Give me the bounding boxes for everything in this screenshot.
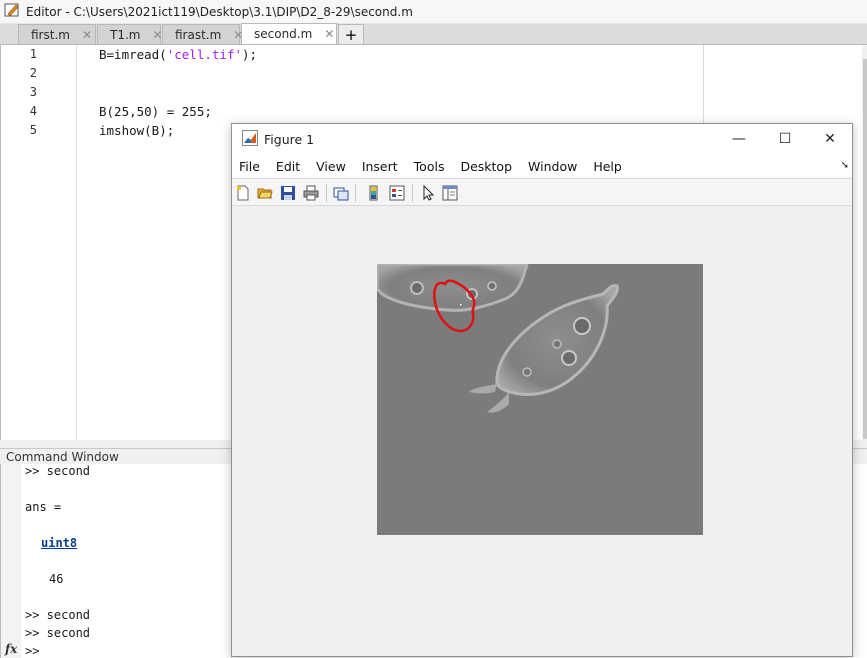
menu-edit[interactable]: Edit	[276, 159, 300, 174]
line-number: 2	[29, 66, 37, 80]
colorbar-icon[interactable]	[366, 185, 382, 201]
toolbar-separator	[412, 184, 413, 202]
command-output-line: >> second	[25, 608, 91, 622]
minimize-icon: —	[732, 131, 746, 147]
figure-toolbar	[232, 178, 852, 206]
tab-label: second.m	[254, 27, 313, 41]
pointer-icon[interactable]	[420, 184, 436, 201]
menu-help[interactable]: Help	[593, 159, 622, 174]
uint8-link[interactable]: uint8	[41, 536, 77, 550]
command-output-line: >> second	[25, 464, 91, 478]
command-output-value: 46	[49, 572, 64, 586]
code-text: B=imread(	[99, 47, 167, 62]
menu-insert[interactable]: Insert	[362, 159, 398, 174]
save-icon[interactable]	[280, 185, 296, 201]
figure-menubar: File Edit View Insert Tools Desktop Wind…	[232, 154, 852, 178]
menu-tools[interactable]: Tools	[414, 159, 445, 174]
open-file-icon[interactable]	[257, 185, 273, 201]
figure-window[interactable]: Figure 1 — ☐ ✕ File Edit View Insert Too…	[231, 123, 853, 657]
tab-second-m[interactable]: second.m ✕	[241, 23, 337, 44]
link-plot-icon[interactable]	[333, 185, 349, 201]
legend-icon[interactable]	[389, 185, 405, 201]
add-tab-button[interactable]: +	[338, 24, 364, 44]
menu-view[interactable]: View	[316, 159, 346, 174]
toolbar-separator	[326, 184, 327, 202]
scrollbar-thumb[interactable]	[863, 59, 867, 439]
tab-label: first.m	[31, 27, 70, 42]
code-text: );	[242, 47, 258, 62]
figure-titlebar[interactable]: Figure 1 — ☐ ✕	[232, 124, 852, 154]
maximize-icon: ☐	[778, 131, 792, 147]
menu-desktop[interactable]: Desktop	[460, 159, 512, 174]
menu-window[interactable]: Window	[528, 159, 577, 174]
tab-label: T1.m	[110, 27, 141, 42]
figure-canvas[interactable]	[232, 206, 852, 656]
matlab-logo-icon	[242, 129, 258, 149]
line-number: 1	[29, 47, 37, 61]
maximize-button[interactable]: ☐	[762, 124, 808, 154]
class-link[interactable]: uint8	[41, 536, 77, 550]
new-figure-icon[interactable]	[235, 185, 251, 201]
figure-title: Figure 1	[264, 131, 315, 147]
function-browser-icon[interactable]: fx	[5, 642, 17, 656]
close-icon[interactable]: ✕	[324, 27, 334, 41]
code-string: 'cell.tif'	[166, 47, 242, 62]
menu-overflow-icon[interactable]: ➘	[841, 160, 849, 171]
close-icon[interactable]: ✕	[82, 28, 92, 42]
editor-icon	[4, 2, 20, 21]
command-output-line: ans =	[25, 500, 62, 514]
line-number: 3	[29, 85, 37, 99]
property-inspector-icon[interactable]	[442, 185, 458, 201]
editor-scrollbar[interactable]	[862, 45, 867, 440]
line-number: 5	[29, 123, 37, 137]
tab-label: firast.m	[175, 27, 222, 42]
tab-firast-m[interactable]: firast.m ✕	[162, 24, 243, 44]
code-line-4[interactable]: B(25,50) = 255;	[99, 104, 212, 119]
cell-image	[377, 264, 703, 535]
editor-title: Editor - C:\Users\2021ict119\Desktop\3.1…	[26, 4, 413, 19]
line-number: 4	[29, 104, 37, 118]
toolbar-separator	[355, 184, 356, 202]
editor-tabbar: first.m ✕ T1.m ✕ firast.m ✕ second.m ✕ +	[0, 23, 867, 45]
plus-icon: +	[344, 25, 358, 44]
tab-first-m[interactable]: first.m ✕	[18, 24, 96, 44]
tab-t1-m[interactable]: T1.m ✕	[97, 24, 163, 44]
menu-file[interactable]: File	[239, 159, 260, 174]
modified-pixel	[460, 304, 462, 306]
command-output-line: >> second	[25, 626, 91, 640]
editor-titlebar: Editor - C:\Users\2021ict119\Desktop\3.1…	[0, 0, 867, 24]
close-icon: ✕	[824, 131, 836, 147]
code-line-5[interactable]: imshow(B);	[99, 123, 174, 138]
command-prompt[interactable]: >>	[25, 644, 39, 658]
line-number-gutter: 1 2 3 4 5	[1, 45, 77, 440]
print-icon[interactable]	[303, 185, 319, 201]
code-line-1[interactable]: B=imread('cell.tif');	[99, 47, 257, 62]
close-button[interactable]: ✕	[807, 124, 853, 154]
command-gutter	[1, 464, 21, 658]
minimize-button[interactable]: —	[716, 124, 762, 154]
